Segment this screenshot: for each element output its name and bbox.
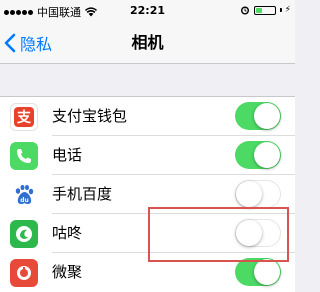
toggle-knob	[236, 220, 262, 246]
alarm-clock-icon	[240, 6, 249, 15]
app-label: 手机百度	[52, 185, 113, 203]
page-title: 相机	[131, 33, 164, 52]
camera-access-toggle[interactable]	[235, 141, 281, 169]
battery-icon	[253, 5, 276, 15]
toggle-knob	[254, 142, 280, 168]
camera-access-toggle[interactable]	[235, 219, 281, 247]
status-right: ⚡	[240, 5, 291, 15]
alipay-icon: 支	[10, 103, 38, 131]
camera-access-toggle[interactable]	[235, 180, 281, 208]
app-row-baidu: du 手机百度	[0, 175, 295, 214]
weiju-icon	[10, 259, 38, 287]
toggle-knob	[236, 181, 262, 207]
navigation-bar: 隐私 相机	[0, 22, 295, 64]
codoon-icon	[10, 220, 38, 248]
app-label: 咕咚	[52, 224, 83, 242]
app-row-phone: 电话	[0, 136, 295, 175]
battery-tip	[279, 8, 282, 12]
app-row-codoon: 咕咚	[0, 214, 295, 253]
baidu-icon: du	[10, 181, 38, 209]
app-label: 电话	[52, 146, 83, 164]
app-label: 微聚	[52, 263, 83, 281]
camera-access-toggle[interactable]	[235, 258, 281, 286]
camera-access-app-list: 支 支付宝钱包 电话 du 手机百度 咕咚 微聚	[0, 96, 295, 292]
app-row-alipay: 支 支付宝钱包	[0, 97, 295, 136]
toggle-knob	[254, 259, 280, 285]
status-bar: 中国联通 22:21 ⚡	[0, 0, 295, 22]
charging-icon: ⚡	[284, 5, 291, 15]
svg-text:支: 支	[16, 109, 32, 126]
phone-icon	[10, 142, 38, 170]
svg-text:du: du	[20, 197, 29, 204]
camera-access-toggle[interactable]	[235, 102, 281, 130]
app-label: 支付宝钱包	[52, 107, 128, 125]
toggle-knob	[254, 103, 280, 129]
app-row-weiju: 微聚	[0, 253, 295, 292]
